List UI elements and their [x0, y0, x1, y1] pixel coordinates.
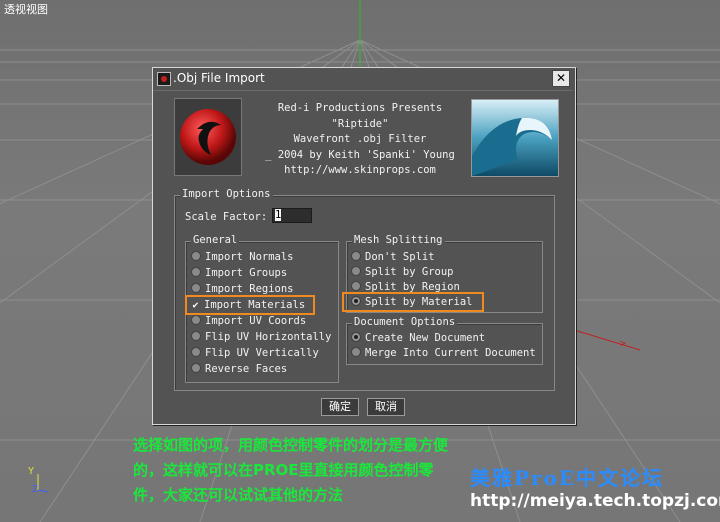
- axis-z-label: Z: [32, 484, 39, 495]
- mesh-splitting-label: Mesh Splitting: [352, 234, 445, 246]
- option-flip-uv-vertically[interactable]: Flip UV Vertically: [191, 346, 319, 360]
- credits-line: Red-i Productions Presents: [277, 102, 443, 114]
- radio-icon: [191, 331, 201, 341]
- axis-y-label: Y: [28, 466, 35, 477]
- option-merge-into-current-document[interactable]: Merge Into Current Document: [351, 346, 536, 360]
- dialog-title: .Obj File Import: [173, 71, 265, 85]
- option-reverse-faces[interactable]: Reverse Faces: [191, 362, 287, 376]
- option-label: Don't Split: [365, 251, 435, 263]
- radio-icon: [191, 347, 201, 357]
- radio-icon: [191, 267, 201, 277]
- app-icon: [157, 72, 171, 86]
- scale-factor-input[interactable]: 1: [272, 208, 312, 223]
- option-label: Import Regions: [205, 283, 294, 295]
- option-label: Reverse Faces: [205, 363, 288, 375]
- option-label: Create New Document: [365, 332, 486, 344]
- svg-text:>: >: [619, 339, 627, 349]
- watermark-site-name: 美雅ProE中文论坛: [470, 466, 665, 490]
- credits-link[interactable]: http://www.skinprops.com: [257, 163, 463, 179]
- option-label: Split by Group: [365, 266, 454, 278]
- viewport-label: 透视视图: [4, 3, 48, 16]
- cancel-button[interactable]: 取消: [367, 398, 405, 416]
- radio-icon: [351, 251, 361, 261]
- option-label: Import Groups: [205, 267, 288, 279]
- radio-icon: [351, 281, 361, 291]
- wave-image: [471, 99, 559, 177]
- watermark-url: http://meiya.tech.topzj.com: [470, 491, 720, 511]
- highlight-import-materials: [185, 295, 315, 315]
- option-split-by-group[interactable]: Split by Group: [351, 265, 454, 279]
- credits-line: Wavefront .obj Filter: [293, 133, 427, 145]
- ok-button[interactable]: 确定: [321, 398, 359, 416]
- radio-selected-icon: [351, 332, 361, 342]
- credits-block: Red-i Productions Presents "Riptide" Wav…: [257, 101, 463, 179]
- general-label: General: [191, 234, 240, 246]
- option-import-regions[interactable]: Import Regions: [191, 282, 294, 296]
- radio-icon: [191, 363, 201, 373]
- radio-icon: [351, 347, 361, 357]
- option-label: Merge Into Current Document: [365, 347, 536, 359]
- import-options-label: Import Options: [180, 188, 273, 200]
- close-button[interactable]: ✕: [552, 70, 570, 87]
- riptide-logo-image: [174, 98, 242, 176]
- scale-factor-label: Scale Factor:: [185, 211, 268, 223]
- option-import-normals[interactable]: Import Normals: [191, 250, 294, 264]
- option-flip-uv-horizontally[interactable]: Flip UV Horizontally: [191, 330, 331, 344]
- option-create-new-document[interactable]: Create New Document: [351, 331, 485, 345]
- obj-import-dialog: .Obj File Import ✕ Red-i Productions Pre…: [152, 67, 576, 425]
- option-label: Import UV Coords: [205, 315, 307, 327]
- annotation-line: 选择如图的项，用颜色控制零件的划分是最方便: [133, 436, 449, 454]
- scale-factor-value: 1: [275, 209, 282, 221]
- document-options-label: Document Options: [352, 316, 458, 328]
- radio-icon: [191, 315, 201, 325]
- option-label: Flip UV Vertically: [205, 347, 319, 359]
- radio-icon: [351, 266, 361, 276]
- option-import-groups[interactable]: Import Groups: [191, 266, 287, 280]
- radio-icon: [191, 283, 201, 293]
- credits-line: "Riptide": [331, 117, 389, 130]
- credits-line: _ 2004 by Keith 'Spanki' Young: [265, 148, 455, 161]
- option-label: Flip UV Horizontally: [205, 331, 332, 343]
- option-dont-split[interactable]: Don't Split: [351, 250, 435, 264]
- dialog-titlebar[interactable]: .Obj File Import ✕: [153, 68, 573, 91]
- radio-icon: [191, 251, 201, 261]
- option-label: Import Normals: [205, 251, 294, 263]
- option-import-uv-coords[interactable]: Import UV Coords: [191, 314, 306, 328]
- highlight-split-by-material: [342, 292, 484, 312]
